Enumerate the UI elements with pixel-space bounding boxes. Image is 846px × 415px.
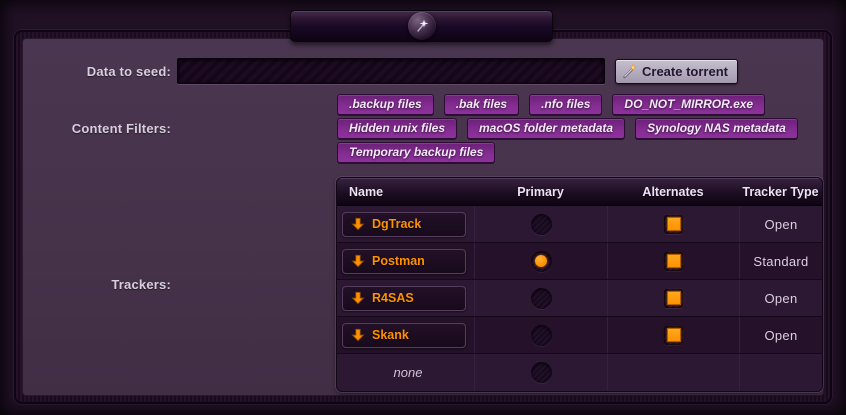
content-filters-label: Content Filters: [23, 121, 177, 136]
column-header-tracker-type: Tracker Type [739, 178, 822, 205]
content-filters-row: Content Filters: .backup files .bak file… [23, 94, 823, 163]
filter-chip[interactable]: .backup files [337, 94, 434, 115]
content-filter-chips: .backup files .bak files .nfo files DO_N… [337, 94, 817, 163]
tracker-none-label: none [342, 365, 474, 380]
create-torrent-button[interactable]: Create torrent [615, 59, 738, 84]
tracker-name-label: Postman [372, 254, 425, 268]
column-header-primary: Primary [474, 178, 607, 205]
column-header-name: Name [337, 178, 474, 205]
data-to-seed-row: Data to seed: Create torrent [23, 57, 823, 85]
tracker-name-label: Skank [372, 328, 409, 342]
download-arrow-icon [351, 328, 365, 342]
tracker-type: Open [764, 291, 797, 306]
alternates-checkbox[interactable] [664, 289, 683, 308]
alternates-checkbox[interactable] [664, 326, 683, 345]
create-torrent-label: Create torrent [642, 64, 728, 79]
main-panel: Data to seed: Create torrent Content Fil… [22, 38, 824, 396]
download-arrow-icon [351, 254, 365, 268]
main-panel-frame: Data to seed: Create torrent Content Fil… [14, 30, 832, 404]
primary-radio[interactable] [531, 325, 552, 346]
filter-chip[interactable]: Temporary backup files [337, 142, 495, 163]
magic-wand-orb-icon [408, 12, 436, 40]
filter-chip[interactable]: .bak files [444, 94, 519, 115]
tracker-row: R4SAS Open [337, 280, 822, 317]
tracker-row: Postman Standard [337, 243, 822, 280]
tracker-name-button[interactable]: DgTrack [342, 212, 466, 237]
trackers-row: Trackers: Name Primary Alternates Tracke… [23, 177, 823, 392]
tracker-type: Standard [753, 254, 808, 269]
column-header-alternates: Alternates [607, 178, 739, 205]
tracker-type: Open [764, 217, 797, 232]
tracker-row: Skank Open [337, 317, 822, 354]
primary-radio[interactable] [531, 214, 552, 235]
trackers-label: Trackers: [23, 277, 177, 292]
trackers-table-header: Name Primary Alternates Tracker Type [337, 178, 822, 206]
tracker-name-label: DgTrack [372, 217, 421, 231]
filter-chip[interactable]: Hidden unix files [337, 118, 457, 139]
filter-chip[interactable]: DO_NOT_MIRROR.exe [612, 94, 765, 115]
primary-radio[interactable] [531, 362, 552, 383]
alternates-checkbox[interactable] [664, 252, 683, 271]
tracker-name-button[interactable]: R4SAS [342, 286, 466, 311]
primary-radio[interactable] [531, 251, 552, 272]
filter-chip[interactable]: .nfo files [529, 94, 602, 115]
download-arrow-icon [351, 291, 365, 305]
tracker-name-label: R4SAS [372, 291, 414, 305]
magic-wand-icon [622, 63, 638, 79]
tracker-type: Open [764, 328, 797, 343]
filter-chip[interactable]: macOS folder metadata [467, 118, 625, 139]
download-arrow-icon [351, 217, 365, 231]
tracker-row: DgTrack Open [337, 206, 822, 243]
trackers-table: Name Primary Alternates Tracker Type DgT… [336, 177, 823, 392]
primary-radio[interactable] [531, 288, 552, 309]
tracker-name-button[interactable]: Postman [342, 249, 466, 274]
data-to-seed-label: Data to seed: [23, 64, 177, 79]
tracker-row-none: none [337, 354, 822, 391]
data-to-seed-input[interactable] [177, 58, 605, 84]
filter-chip[interactable]: Synology NAS metadata [635, 118, 798, 139]
tracker-name-button[interactable]: Skank [342, 323, 466, 348]
wand-bar-button[interactable] [290, 10, 553, 42]
alternates-checkbox[interactable] [664, 215, 683, 234]
